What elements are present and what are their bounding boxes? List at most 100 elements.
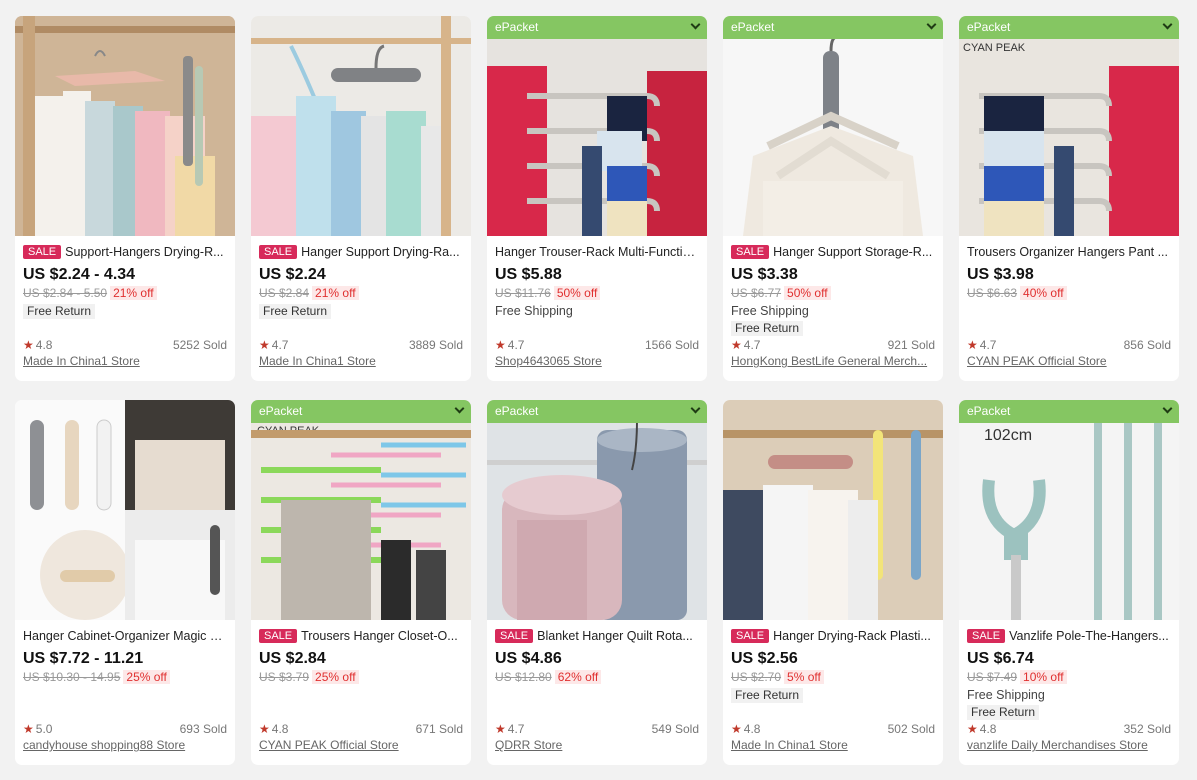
- rating: ★ 4.8: [23, 338, 53, 352]
- product-card[interactable]: ePacket CYAN PEAK SALETrousers: [251, 400, 471, 765]
- product-card[interactable]: SALE Hanger Support Drying-Ra... US $2.24…: [251, 16, 471, 381]
- product-title[interactable]: SALE Hanger Drying-Rack Plasti...: [731, 628, 935, 644]
- chevron-down-icon[interactable]: [1162, 19, 1173, 30]
- product-card[interactable]: ePacket Hanger Trouser-Rack Multi-Functi…: [487, 16, 707, 381]
- sold-count: 502 Sold: [887, 722, 935, 736]
- product-price: US $5.88: [495, 266, 562, 283]
- product-card[interactable]: ePacket SALE Hanger Support Storage-R... …: [723, 16, 943, 381]
- product-photo-grey-hanger: [251, 16, 471, 236]
- product-card[interactable]: SALE Hanger Drying-Rack Plasti... US $2.5…: [723, 400, 943, 765]
- product-image[interactable]: [15, 16, 235, 236]
- original-price: US $6.63: [967, 286, 1018, 300]
- epacket-banner[interactable]: ePacket: [959, 400, 1179, 423]
- product-photo-colorful-trouser-hangers: CYAN PEAK: [251, 400, 471, 620]
- product-title[interactable]: SALE Support-Hangers Drying-R...: [23, 244, 227, 260]
- store-link[interactable]: CYAN PEAK Official Store: [259, 737, 463, 753]
- product-photo-magic-hanger-collage: [15, 400, 235, 620]
- store-link[interactable]: Shop4643065 Store: [495, 353, 699, 369]
- free-return-badge: Free Return: [259, 304, 332, 319]
- star-icon: ★: [259, 338, 270, 352]
- original-price: US $6.77: [731, 286, 782, 300]
- chevron-down-icon[interactable]: [1162, 403, 1173, 414]
- epacket-banner[interactable]: ePacket: [723, 16, 943, 39]
- original-price: US $3.79: [259, 670, 310, 684]
- chevron-down-icon[interactable]: [926, 19, 937, 30]
- chevron-down-icon[interactable]: [690, 403, 701, 414]
- sold-count: 856 Sold: [1123, 338, 1171, 352]
- product-title[interactable]: Hanger Cabinet-Organizer Magic N...: [23, 628, 227, 644]
- sold-count: 921 Sold: [887, 338, 935, 352]
- sale-badge: SALE: [731, 629, 770, 643]
- rating: ★ 4.7: [731, 338, 761, 352]
- sale-badge: SALE: [495, 629, 534, 643]
- sold-count: 549 Sold: [651, 722, 699, 736]
- epacket-banner[interactable]: ePacket: [959, 16, 1179, 39]
- product-photo-trouser-rack: [487, 16, 707, 236]
- store-link[interactable]: Made In China1 Store: [731, 737, 935, 753]
- star-icon: ★: [967, 722, 978, 736]
- rating: ★ 4.8: [967, 722, 997, 736]
- free-return-badge: Free Return: [23, 304, 96, 319]
- product-card[interactable]: ePacket CYAN PEAK Trousers Organizer Han…: [959, 16, 1179, 381]
- product-card[interactable]: ePacket SALE Blanket Hanger Quilt Rota...…: [487, 400, 707, 765]
- rating: ★ 4.7: [495, 338, 525, 352]
- store-link[interactable]: HongKong BestLife General Merch...: [731, 353, 935, 369]
- discount-label: 21% off: [110, 286, 157, 300]
- discount-label: 5% off: [784, 670, 824, 684]
- product-image[interactable]: [251, 16, 471, 236]
- original-price: US $11.76: [495, 286, 551, 300]
- epacket-banner[interactable]: ePacket: [487, 16, 707, 39]
- chevron-down-icon[interactable]: [690, 19, 701, 30]
- product-image[interactable]: ePacket: [487, 16, 707, 236]
- shipping-label: Free Shipping: [967, 688, 1045, 702]
- original-price: US $2.84 - 5.50: [23, 286, 108, 300]
- product-price: US $2.24 - 4.34: [23, 266, 136, 283]
- store-link[interactable]: vanzlife Daily Merchandises Store: [967, 737, 1171, 753]
- store-link[interactable]: candyhouse shopping88 Store: [23, 737, 227, 753]
- discount-label: 21% off: [312, 286, 359, 300]
- store-link[interactable]: QDRR Store: [495, 737, 699, 753]
- store-link[interactable]: CYAN PEAK Official Store: [967, 353, 1171, 369]
- sold-count: 693 Sold: [179, 722, 227, 736]
- product-image[interactable]: ePacket: [487, 400, 707, 620]
- star-icon: ★: [23, 338, 34, 352]
- store-link[interactable]: Made In China1 Store: [23, 353, 227, 369]
- product-card[interactable]: ePacket 102cm SALE Vanzlife Pole-The-Hang…: [959, 400, 1179, 765]
- product-title[interactable]: Hanger Trouser-Rack Multi-Functio...: [495, 244, 699, 260]
- product-image[interactable]: ePacket 102cm: [959, 400, 1179, 620]
- epacket-banner[interactable]: ePacket: [487, 400, 707, 423]
- product-image[interactable]: [15, 400, 235, 620]
- product-title[interactable]: SALE Vanzlife Pole-The-Hangers...: [967, 628, 1171, 644]
- free-return-badge: Free Return: [967, 705, 1040, 720]
- discount-label: 25% off: [312, 670, 359, 684]
- product-price: US $2.56: [731, 650, 798, 667]
- product-title[interactable]: SALE Hanger Support Storage-R...: [731, 244, 935, 260]
- sold-count: 671 Sold: [415, 722, 463, 736]
- sale-badge: SALE: [23, 245, 62, 259]
- product-card[interactable]: SALE Support-Hangers Drying-R... US $2.24…: [15, 16, 235, 381]
- product-title[interactable]: SALE Trousers Hanger Closet-O...: [259, 628, 463, 644]
- discount-label: 25% off: [123, 670, 170, 684]
- rating: ★ 4.8: [259, 722, 289, 736]
- sale-badge: SALE: [259, 629, 298, 643]
- product-image[interactable]: [723, 400, 943, 620]
- chevron-down-icon[interactable]: [454, 403, 465, 414]
- store-link[interactable]: Made In China1 Store: [259, 353, 463, 369]
- epacket-banner[interactable]: ePacket: [251, 400, 471, 423]
- product-image[interactable]: ePacket CYAN PEAK: [251, 400, 471, 620]
- free-return-badge: Free Return: [731, 688, 804, 703]
- discount-label: 10% off: [1020, 670, 1067, 684]
- sale-badge: SALE: [967, 629, 1006, 643]
- sale-badge: SALE: [731, 245, 770, 259]
- product-price: US $3.98: [967, 266, 1034, 283]
- product-card[interactable]: Hanger Cabinet-Organizer Magic N... US $…: [15, 400, 235, 765]
- product-title[interactable]: SALE Blanket Hanger Quilt Rota...: [495, 628, 699, 644]
- product-photo-trouser-organizer: CYAN PEAK: [959, 16, 1179, 236]
- product-image[interactable]: ePacket CYAN PEAK: [959, 16, 1179, 236]
- shipping-label: Free Shipping: [731, 304, 809, 318]
- product-price: US $7.72 - 11.21: [23, 650, 144, 667]
- product-title[interactable]: SALE Hanger Support Drying-Ra...: [259, 244, 463, 260]
- product-image[interactable]: ePacket: [723, 16, 943, 236]
- product-photo-blanket-hanger: [487, 400, 707, 620]
- product-title[interactable]: Trousers Organizer Hangers Pant ...: [967, 244, 1171, 260]
